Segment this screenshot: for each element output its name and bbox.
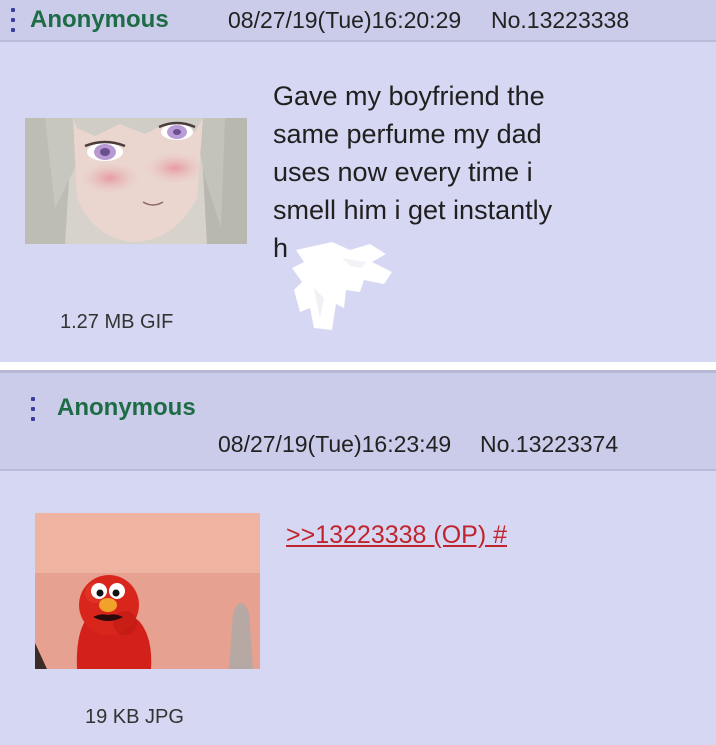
- file-info[interactable]: 1.27 MB GIF: [60, 311, 173, 334]
- post-header: Anonymous 08/27/19(Tue)16:23:49 No.13223…: [0, 373, 716, 471]
- poster-name: Anonymous: [57, 394, 196, 421]
- comment-line: Gave my boyfriend the: [273, 81, 545, 111]
- file-info[interactable]: 19 KB JPG: [85, 706, 184, 729]
- post-datetime: 08/27/19(Tue)16:23:49: [218, 431, 452, 457]
- poster-name: Anonymous: [30, 6, 169, 33]
- post-number[interactable]: No.13223338: [491, 7, 629, 34]
- anime-face-image: [25, 118, 247, 244]
- post-thumbnail[interactable]: [25, 118, 247, 244]
- post-13223338: Anonymous 08/27/19(Tue)16:20:29 No.13223…: [0, 0, 716, 362]
- comment-line: smell him i get instantly: [273, 195, 553, 225]
- quote-link-op[interactable]: >>13223338 (OP) #: [286, 521, 507, 550]
- comment-line: same perfume my dad: [273, 119, 542, 149]
- comment-line: uses now every time i: [273, 157, 533, 187]
- post-13223374: Anonymous 08/27/19(Tue)16:23:49 No.13223…: [0, 370, 716, 745]
- post-menu-icon[interactable]: [11, 8, 17, 32]
- post-datetime: 08/27/19(Tue)16:20:29: [228, 7, 462, 33]
- post-menu-icon[interactable]: [31, 397, 37, 421]
- post-header: Anonymous 08/27/19(Tue)16:20:29 No.13223…: [0, 0, 716, 42]
- whiteout-redaction: [292, 242, 392, 330]
- post-number[interactable]: No.13223374: [480, 431, 618, 458]
- post-thumbnail[interactable]: [35, 513, 260, 669]
- elmo-image: [35, 513, 260, 669]
